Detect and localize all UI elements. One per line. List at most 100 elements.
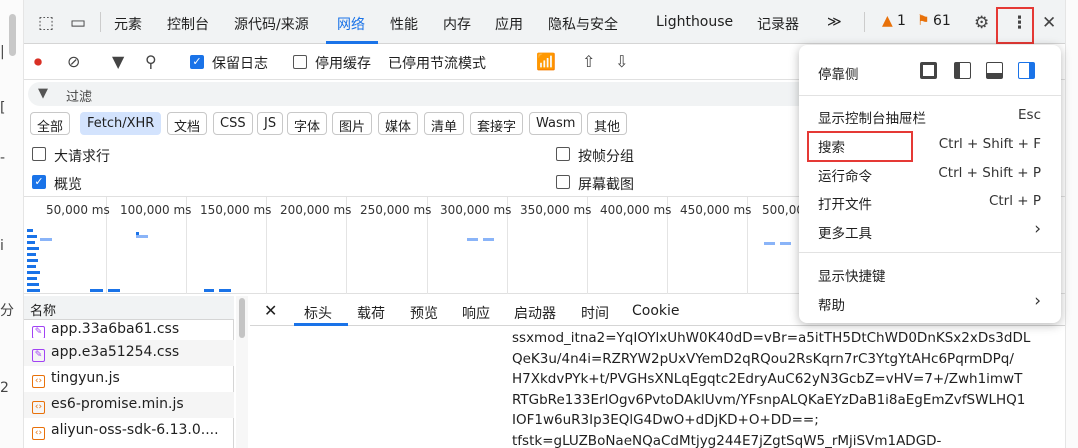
record-stop-icon[interactable]: ⏺ — [34, 52, 42, 72]
tab-sources[interactable]: 源代码/来源 — [234, 14, 309, 34]
page-right-strip — [1065, 0, 1078, 448]
warning-icon[interactable]: ▲ — [882, 13, 893, 29]
request-list-scrollbar[interactable] — [236, 296, 248, 448]
type-filter-font[interactable]: 字体 — [287, 112, 328, 135]
type-filter-all[interactable]: 全部 — [30, 112, 71, 135]
more-tabs-button[interactable]: ≫ — [827, 14, 842, 30]
import-har-icon[interactable]: ⇧ — [582, 52, 595, 71]
tab-headers[interactable]: 标头 — [304, 303, 332, 323]
js-file-icon: ‹› — [32, 375, 45, 388]
menu-item-more-tools[interactable]: 更多工具 › — [799, 216, 1061, 245]
dock-bottom-icon[interactable] — [986, 62, 1003, 79]
page-glyph: [ — [0, 100, 6, 116]
header-value-line: RTGbRe133ErlOgv6PvtoDAklUvm/YFsnpALQKaEY… — [512, 391, 1026, 408]
close-devtools-icon[interactable]: ✕ — [1042, 13, 1056, 33]
type-filter-doc[interactable]: 文档 — [167, 112, 208, 135]
tab-elements[interactable]: 元素 — [114, 14, 142, 34]
scrollbar-thumb[interactable] — [239, 298, 245, 338]
menu-item-label: 运行命令 — [818, 169, 872, 185]
filter-funnel-icon[interactable]: ▼ — [112, 52, 124, 71]
big-rows-checkbox[interactable] — [32, 147, 46, 161]
header-value-line: H7XkdvPYk+t/PVGHsXNLqEgqtc2EdryAuC62yN3G… — [512, 371, 1023, 387]
type-filter-manifest[interactable]: 清单 — [424, 112, 465, 135]
request-bar — [27, 271, 40, 274]
disable-cache-label[interactable]: 停用缓存 — [315, 53, 371, 73]
request-row[interactable]: ✎ app.e3a51254.css — [24, 340, 234, 366]
active-tab-underline — [294, 323, 348, 326]
request-row[interactable]: ‹› es6-promise.min.js — [24, 392, 234, 418]
tab-initiator[interactable]: 启动器 — [514, 303, 556, 323]
request-row[interactable]: ✎ app.33a6ba61.css — [24, 320, 234, 338]
close-detail-icon[interactable]: ✕ — [264, 301, 277, 320]
divider — [864, 12, 865, 32]
dock-right-icon[interactable] — [1018, 62, 1035, 79]
group-by-frame-label[interactable]: 按帧分组 — [578, 146, 634, 166]
timeline-tick: 250,000 ms — [360, 203, 432, 217]
page-scrollbar-thumb[interactable] — [9, 14, 16, 56]
request-bar — [483, 238, 494, 241]
inspect-element-icon[interactable]: ⬚ — [38, 13, 54, 33]
menu-item-help[interactable]: 帮助 › — [799, 288, 1061, 317]
preserve-log-checkbox[interactable]: ✓ — [190, 55, 204, 69]
group-by-frame-checkbox[interactable] — [556, 147, 570, 161]
undock-icon[interactable] — [920, 62, 937, 79]
name-column-header[interactable]: 名称 — [24, 296, 234, 320]
request-bar — [27, 265, 36, 268]
clear-icon[interactable]: ⊘ — [67, 52, 80, 71]
export-har-icon[interactable]: ⇩ — [615, 52, 628, 71]
menu-item-shortcuts[interactable]: 显示快捷键 — [799, 259, 1061, 288]
search-icon[interactable]: ⚲ — [145, 52, 157, 71]
type-filter-wasm[interactable]: Wasm — [529, 112, 583, 135]
request-list: 名称 ✎ app.33a6ba61.css ✎ app.e3a51254.css ‹… — [24, 296, 248, 448]
type-filter-fetch-xhr[interactable]: Fetch/XHR — [80, 112, 162, 135]
type-filter-socket[interactable]: 套接字 — [470, 112, 524, 135]
tab-recorder[interactable]: 记录器 — [757, 14, 799, 34]
warning-count[interactable]: 1 — [897, 13, 906, 29]
tab-cookies[interactable]: Cookie — [632, 303, 680, 319]
type-filter-img[interactable]: 图片 — [332, 112, 373, 135]
settings-gear-icon[interactable]: ⚙ — [974, 13, 989, 33]
type-filter-css[interactable]: CSS — [213, 112, 253, 135]
tab-application[interactable]: 应用 — [495, 14, 523, 34]
overview-checkbox[interactable]: ✓ — [32, 175, 46, 189]
overview-label[interactable]: 概览 — [54, 174, 82, 194]
tab-payload[interactable]: 载荷 — [357, 303, 385, 323]
tab-privacy-security[interactable]: 隐私与安全 — [548, 14, 618, 34]
issues-icon[interactable]: ⚑ — [917, 13, 930, 29]
menu-item-open-file[interactable]: 打开文件 Ctrl + P — [799, 187, 1061, 216]
tab-network[interactable]: 网络 — [337, 14, 365, 34]
request-bar — [40, 238, 52, 241]
tab-performance[interactable]: 性能 — [390, 14, 418, 34]
type-filter-media[interactable]: 媒体 — [378, 112, 419, 135]
tab-lighthouse[interactable]: Lighthouse — [656, 14, 733, 30]
divider — [100, 12, 101, 32]
tab-preview[interactable]: 预览 — [410, 303, 438, 323]
big-rows-label[interactable]: 大请求行 — [54, 146, 110, 166]
request-bar — [27, 253, 36, 256]
type-filter-other[interactable]: 其他 — [587, 112, 628, 135]
tab-response[interactable]: 响应 — [462, 303, 490, 323]
timeline-tick: 300,000 ms — [440, 203, 512, 217]
dock-left-icon[interactable] — [954, 62, 971, 79]
device-toolbar-icon[interactable]: ▭ — [70, 13, 86, 33]
page-glyph: i — [0, 238, 4, 254]
screenshots-label[interactable]: 屏幕截图 — [578, 174, 634, 194]
issues-count[interactable]: 61 — [933, 13, 951, 29]
disable-cache-checkbox[interactable] — [293, 55, 307, 69]
throttling-select[interactable]: 已停用节流模式 — [388, 53, 486, 73]
menu-item-show-drawer[interactable]: 显示控制台抽屉栏 Esc — [799, 101, 1061, 130]
request-row[interactable]: ‹› aliyun-oss-sdk-6.13.0.... — [24, 418, 234, 444]
request-bar — [27, 229, 33, 232]
menu-item-label: 更多工具 — [818, 226, 872, 242]
tab-memory[interactable]: 内存 — [443, 14, 471, 34]
menu-divider — [799, 252, 1061, 253]
type-filter-js[interactable]: JS — [257, 112, 284, 135]
menu-item-run-command[interactable]: 运行命令 Ctrl + Shift + P — [799, 159, 1061, 188]
network-conditions-icon[interactable]: 📶 — [536, 52, 556, 71]
request-row[interactable]: ‹› tingyun.js — [24, 366, 234, 392]
tab-console[interactable]: 控制台 — [167, 14, 209, 34]
request-bar — [764, 242, 775, 245]
preserve-log-label[interactable]: 保留日志 — [212, 53, 268, 73]
screenshots-checkbox[interactable] — [556, 175, 570, 189]
tab-timing[interactable]: 时间 — [581, 303, 609, 323]
